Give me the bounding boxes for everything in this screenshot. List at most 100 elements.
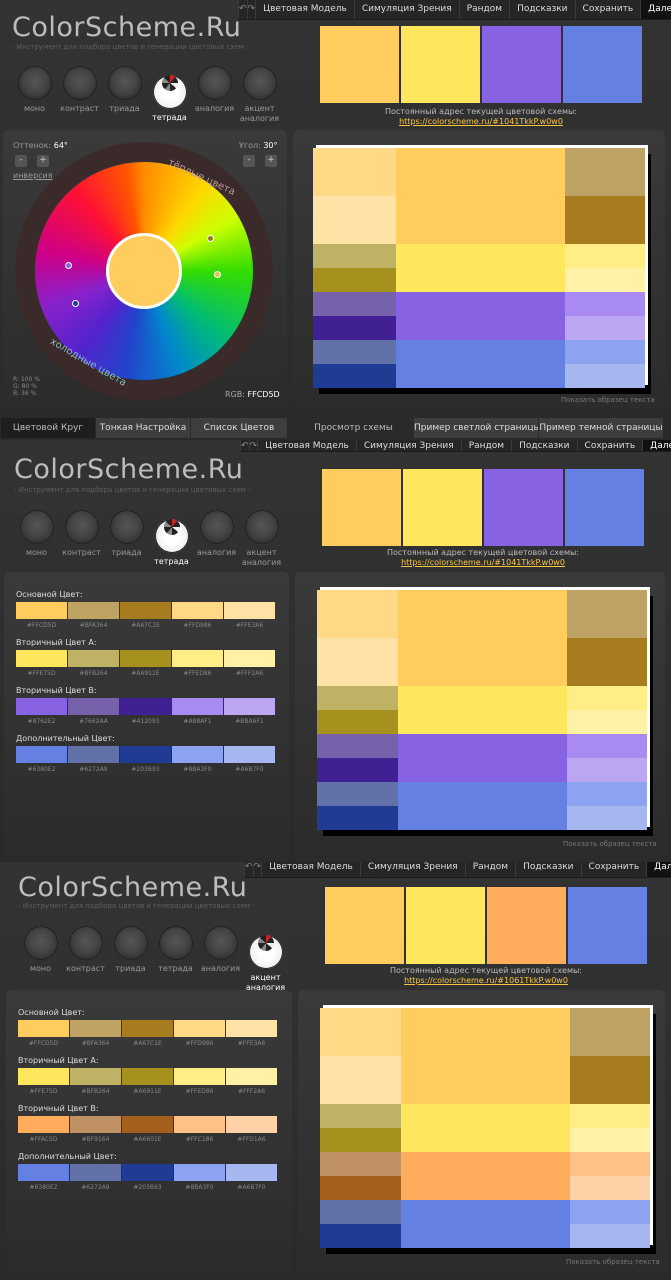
main-swatch[interactable]: [320, 26, 399, 103]
hue-plus-button[interactable]: +: [37, 155, 49, 167]
color-cell[interactable]: #A88AF1: [172, 698, 223, 726]
color-cell[interactable]: #A6911E: [122, 1068, 173, 1096]
color-cell[interactable]: #A67C1E: [122, 1020, 173, 1048]
color-cell[interactable]: #FFE75D: [16, 650, 67, 678]
mode-mono[interactable]: моно: [12, 66, 57, 124]
main-swatch[interactable]: [322, 469, 401, 546]
menu-random[interactable]: Рандом: [458, 0, 509, 19]
color-cell[interactable]: #6380E2: [18, 1164, 69, 1192]
color-cell[interactable]: #BFA364: [70, 1020, 121, 1048]
color-cell[interactable]: #A6B7F0: [226, 1164, 277, 1192]
main-swatch[interactable]: [568, 887, 647, 964]
tab-fine-tune[interactable]: Тонкая Настройка: [95, 418, 190, 438]
color-cell[interactable]: #203B93: [120, 746, 171, 774]
mode-analogy[interactable]: аналогия: [198, 926, 243, 993]
menu-vision-sim[interactable]: Симуляция Зрения: [355, 440, 461, 451]
menu-color-model[interactable]: Цветовая Модель: [261, 862, 360, 877]
menu-color-model[interactable]: Цветовая Модель: [257, 440, 356, 451]
color-cell[interactable]: #8BA3F0: [172, 746, 223, 774]
logo[interactable]: ColorScheme.Ru: [14, 454, 243, 485]
color-cell[interactable]: #FFED86: [172, 650, 223, 678]
menu-more[interactable]: Далее ...: [640, 0, 671, 19]
menu-color-model[interactable]: Цветовая Модель: [255, 0, 354, 19]
color-cell[interactable]: #FFF2A6: [226, 1068, 277, 1096]
angle-minus-button[interactable]: -: [243, 155, 255, 167]
mode-mono[interactable]: моно: [18, 926, 63, 993]
menu-save[interactable]: Сохранить: [576, 440, 643, 451]
mode-triad[interactable]: триада: [102, 66, 147, 124]
show-text-sample-link[interactable]: Показать образец текста: [563, 840, 657, 848]
menu-hints[interactable]: Подсказки: [511, 440, 576, 451]
color-cell[interactable]: #BFB264: [68, 650, 119, 678]
color-cell[interactable]: #FFED86: [174, 1068, 225, 1096]
color-cell[interactable]: #203B93: [122, 1164, 173, 1192]
menu-vision-sim[interactable]: Симуляция Зрения: [353, 0, 459, 19]
color-cell[interactable]: #6380E2: [16, 746, 67, 774]
mode-tetrad[interactable]: тетрада: [153, 926, 198, 993]
color-cell[interactable]: #FFD1A6: [226, 1116, 277, 1144]
permalink-url[interactable]: https://colorscheme.ru/#1041TkkP.w0w0: [322, 558, 644, 568]
main-swatch[interactable]: [484, 469, 563, 546]
color-cell[interactable]: #8BA3F0: [174, 1164, 225, 1192]
inverse-link[interactable]: инверсия: [13, 171, 53, 180]
mode-tetrad[interactable]: тетрада: [147, 66, 192, 124]
color-cell[interactable]: #FFCD5D: [18, 1020, 69, 1048]
color-cell[interactable]: #A6911E: [120, 650, 171, 678]
color-cell[interactable]: #FFE3A6: [224, 602, 275, 630]
angle-plus-button[interactable]: +: [265, 155, 277, 167]
redo-icon[interactable]: ↷: [252, 862, 261, 877]
menu-hints[interactable]: Подсказки: [509, 0, 574, 19]
color-cell[interactable]: #FFE3A6: [226, 1020, 277, 1048]
tab-light-page[interactable]: Пример светлой страницы: [413, 418, 541, 438]
color-cell[interactable]: #FFD986: [172, 602, 223, 630]
menu-more[interactable]: Далее ...: [642, 440, 671, 451]
color-cell[interactable]: #6272A9: [70, 1164, 121, 1192]
mode-accent-analogy[interactable]: акцент аналогия: [237, 66, 282, 124]
color-cell[interactable]: #7662AA: [68, 698, 119, 726]
undo-icon[interactable]: ↶: [240, 440, 249, 451]
main-swatch[interactable]: [487, 887, 566, 964]
tab-color-wheel[interactable]: Цветовой Круг: [0, 418, 95, 438]
color-cell[interactable]: #BBA6F1: [224, 698, 275, 726]
color-cell[interactable]: #A67C1E: [120, 602, 171, 630]
color-cell[interactable]: #FFCD5D: [16, 602, 67, 630]
color-cell[interactable]: #FFC186: [174, 1116, 225, 1144]
color-cell[interactable]: #A6601E: [122, 1116, 173, 1144]
mode-contrast[interactable]: контраст: [59, 510, 104, 568]
color-cell[interactable]: #8762E2: [16, 698, 67, 726]
main-swatch[interactable]: [406, 887, 485, 964]
main-swatch[interactable]: [401, 26, 480, 103]
menu-random[interactable]: Рандом: [460, 440, 511, 451]
menu-save[interactable]: Сохранить: [574, 0, 641, 19]
menu-save[interactable]: Сохранить: [580, 862, 647, 877]
wheel-marker[interactable]: [214, 271, 221, 278]
tab-dark-page[interactable]: Пример темной страницы: [538, 418, 663, 438]
show-text-sample-link[interactable]: Показать образец текста: [561, 396, 655, 404]
mode-contrast[interactable]: контраст: [57, 66, 102, 124]
mode-accent-analogy[interactable]: акцент аналогия: [239, 510, 284, 568]
mode-triad[interactable]: триада: [108, 926, 153, 993]
mode-triad[interactable]: триада: [104, 510, 149, 568]
color-cell[interactable]: #FFF2A6: [224, 650, 275, 678]
mode-analogy[interactable]: аналогия: [192, 66, 237, 124]
main-swatch[interactable]: [482, 26, 561, 103]
wheel-marker[interactable]: [72, 300, 79, 307]
permalink-url[interactable]: https://colorscheme.ru/#1061TkkP.w0w0: [325, 976, 647, 986]
show-text-sample-link[interactable]: Показать образец текста: [566, 1258, 660, 1266]
logo[interactable]: ColorScheme.Ru: [12, 12, 241, 43]
menu-random[interactable]: Рандом: [464, 862, 515, 877]
wheel-marker[interactable]: [65, 262, 72, 269]
mode-tetrad[interactable]: тетрада: [149, 510, 194, 568]
color-cell[interactable]: #FFD986: [174, 1020, 225, 1048]
main-swatch[interactable]: [563, 26, 642, 103]
main-swatch[interactable]: [325, 887, 404, 964]
logo[interactable]: ColorScheme.Ru: [18, 872, 247, 903]
redo-icon[interactable]: ↷: [248, 440, 257, 451]
color-cell[interactable]: #FFAC5D: [18, 1116, 69, 1144]
color-cell[interactable]: #BFB264: [70, 1068, 121, 1096]
tab-color-list[interactable]: Список Цветов: [190, 418, 287, 438]
redo-icon[interactable]: ↷: [246, 0, 255, 19]
permalink-url[interactable]: https://colorscheme.ru/#1041TkkP.w0w0: [320, 117, 642, 127]
mode-accent-analogy[interactable]: акцент аналогия: [243, 926, 288, 993]
menu-vision-sim[interactable]: Симуляция Зрения: [359, 862, 465, 877]
